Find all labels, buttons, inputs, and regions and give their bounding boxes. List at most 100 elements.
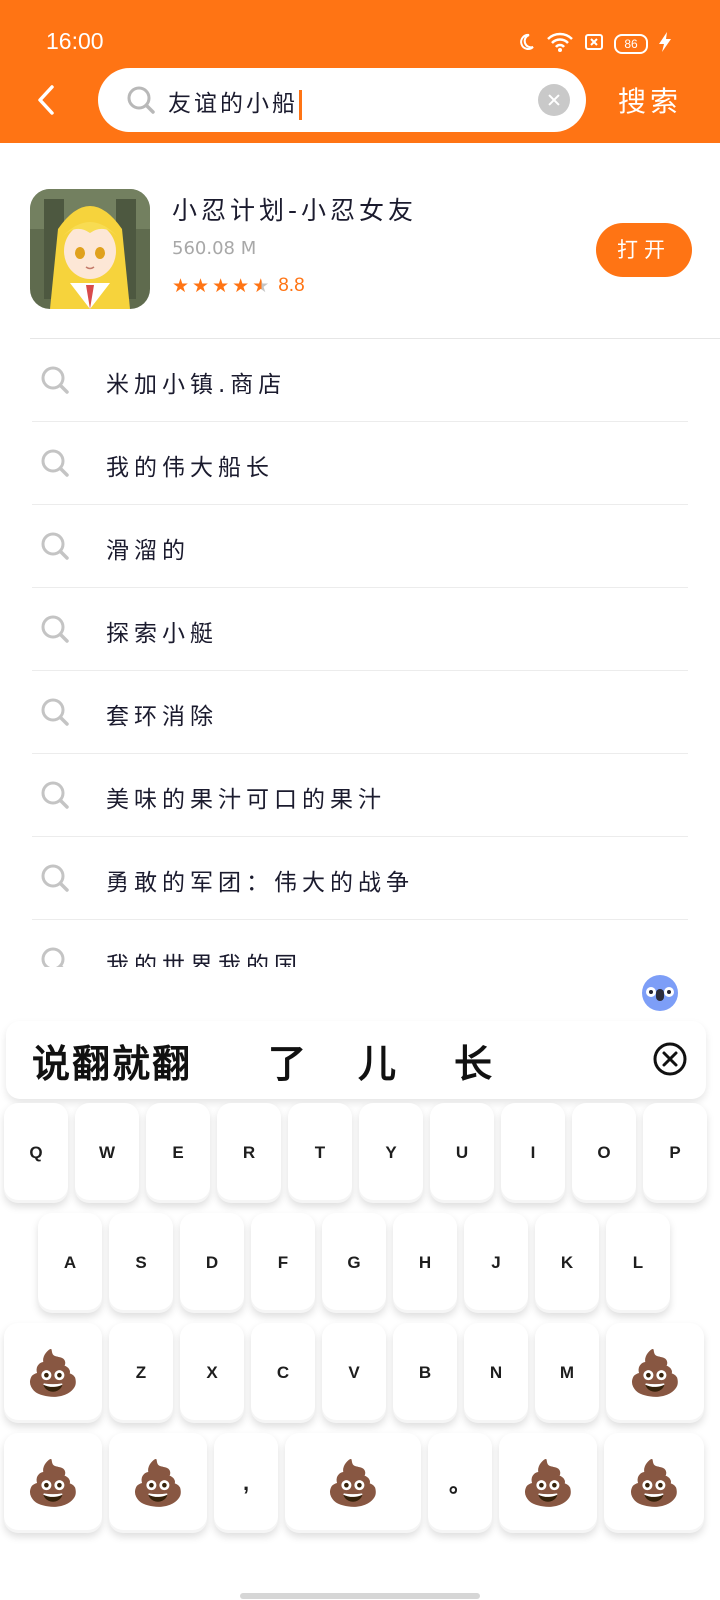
suggestion-label: 米加小镇.商店 [106, 372, 287, 398]
key-x[interactable]: X [180, 1323, 244, 1423]
key-e[interactable]: E [146, 1103, 210, 1203]
key-k[interactable]: K [535, 1213, 599, 1313]
key-h[interactable]: H [393, 1213, 457, 1313]
candidate-word[interactable]: 儿 [358, 1033, 398, 1088]
app-result-card[interactable]: 小忍计划-小忍女友 560.08 M ★ ★ ★ ★ ★ 8.8 打开 [0, 143, 720, 339]
search-icon [40, 531, 70, 565]
key-w[interactable]: W [75, 1103, 139, 1203]
search-query-text: 友谊的小船 [168, 84, 302, 120]
search-query: 友谊的小船 [168, 91, 298, 117]
chevron-left-icon [38, 85, 54, 115]
search-icon [40, 614, 70, 648]
key-d[interactable]: D [180, 1213, 244, 1313]
search-icon [40, 780, 70, 814]
open-app-button[interactable]: 打开 [596, 223, 692, 277]
suggestion-item[interactable]: 我的伟大船长 [0, 422, 720, 505]
keyboard-logo-beak [656, 989, 664, 1001]
wifi-icon [546, 31, 574, 57]
key-m[interactable]: M [535, 1323, 599, 1423]
star-icon: ★ [172, 275, 190, 297]
candidate-word[interactable]: 了 [268, 1033, 308, 1088]
shift-key-poop-emoji[interactable]: 💩 [4, 1323, 102, 1423]
suggestion-item[interactable]: 我的世界我的国 [0, 920, 720, 967]
suggestion-label: 滑溜的 [106, 538, 190, 564]
space-key-poop-emoji[interactable]: 💩 [285, 1433, 421, 1533]
key-t[interactable]: T [288, 1103, 352, 1203]
keyboard-logo-icon[interactable] [642, 975, 678, 1011]
suggestion-item[interactable]: 勇敢的军团：伟大的战争 [0, 837, 720, 920]
star-half-icon: ★ [252, 275, 270, 297]
search-icon [40, 365, 70, 399]
star-icon: ★ [232, 275, 250, 297]
language-key-poop-emoji[interactable]: 💩 [109, 1433, 207, 1533]
key-c[interactable]: C [251, 1323, 315, 1423]
suggestion-item[interactable]: 套环消除 [0, 671, 720, 754]
suggestion-label: 套环消除 [106, 704, 218, 730]
suggestion-label: 探索小艇 [106, 621, 218, 647]
period-key[interactable]: 。 [428, 1433, 492, 1533]
key-g[interactable]: G [322, 1213, 386, 1313]
suggestion-item[interactable]: 美味的果汁可口的果汁 [0, 754, 720, 837]
delete-key-poop-emoji[interactable]: 💩 [606, 1323, 704, 1423]
candidate-word[interactable]: 说翻就翻 [32, 1033, 192, 1088]
search-icon [40, 697, 70, 731]
suggestion-item[interactable]: 米加小镇.商店 [0, 339, 720, 422]
key-a[interactable]: A [38, 1213, 102, 1313]
moon-icon [516, 32, 536, 56]
star-icon: ★ [192, 275, 210, 297]
symbol-key-poop-emoji[interactable]: 💩 [4, 1433, 102, 1533]
key-o[interactable]: O [572, 1103, 636, 1203]
status-time: 16:00 [46, 28, 104, 54]
key-s[interactable]: S [109, 1213, 173, 1313]
app-rating: ★ ★ ★ ★ ★ 8.8 [172, 275, 305, 297]
back-button[interactable] [26, 80, 66, 120]
status-icons: 86 [516, 30, 672, 58]
key-u[interactable]: U [430, 1103, 494, 1203]
top-bar: 16:00 86 友谊的小船 搜索 [0, 0, 720, 143]
candidate-word[interactable]: 长 [454, 1033, 494, 1088]
key-r[interactable]: R [217, 1103, 281, 1203]
key-f[interactable]: F [251, 1213, 315, 1313]
app-name: 小忍计划-小忍女友 [172, 196, 418, 225]
key-z[interactable]: Z [109, 1323, 173, 1423]
key-v[interactable]: V [322, 1323, 386, 1423]
text-cursor [299, 89, 302, 120]
keyboard-logo-eye [664, 987, 674, 997]
key-j[interactable]: J [464, 1213, 528, 1313]
enter-key-poop-emoji[interactable]: 💩 [604, 1433, 704, 1533]
key-p[interactable]: P [643, 1103, 707, 1203]
clear-icon[interactable] [538, 84, 570, 116]
suggestion-label: 我的伟大船长 [106, 455, 274, 481]
app-icon [30, 189, 150, 309]
search-icon [40, 946, 70, 967]
suggestion-label: 我的世界我的国 [106, 953, 302, 967]
search-icon [40, 863, 70, 897]
app-size: 560.08 M [172, 238, 257, 259]
home-indicator[interactable] [240, 1593, 480, 1599]
suggestion-label: 勇敢的军团：伟大的战争 [106, 870, 414, 896]
suggestion-item[interactable]: 探索小艇 [0, 588, 720, 671]
key-y[interactable]: Y [359, 1103, 423, 1203]
keyboard-logo-eye [646, 987, 656, 997]
key-q[interactable]: Q [4, 1103, 68, 1203]
search-icon [40, 448, 70, 482]
charging-icon [658, 32, 672, 56]
app-rating-value: 8.8 [278, 275, 305, 296]
key-n[interactable]: N [464, 1323, 528, 1423]
star-icon: ★ [212, 275, 230, 297]
comma-key[interactable]: , [214, 1433, 278, 1533]
search-icon [126, 85, 156, 119]
suggestion-item[interactable]: 滑溜的 [0, 505, 720, 588]
key-l[interactable]: L [606, 1213, 670, 1313]
candidate-close-icon[interactable] [652, 1041, 688, 1081]
key-b[interactable]: B [393, 1323, 457, 1423]
key-i[interactable]: I [501, 1103, 565, 1203]
search-input[interactable]: 友谊的小船 [98, 68, 586, 132]
soft-keyboard: 说翻就翻 了 儿 长 Q W E R T Y U I O P A S D F G… [0, 967, 720, 1600]
sim-icon [584, 33, 604, 55]
search-suggestions: 米加小镇.商店 我的伟大船长 滑溜的 探索小艇 套环消除 美味的果汁可口的果汁 … [0, 339, 720, 967]
candidate-bar: 说翻就翻 了 儿 长 [6, 1021, 706, 1099]
search-button[interactable]: 搜索 [618, 80, 682, 120]
emoji-key-poop-emoji[interactable]: 💩 [499, 1433, 597, 1533]
battery-icon: 86 [614, 34, 648, 54]
